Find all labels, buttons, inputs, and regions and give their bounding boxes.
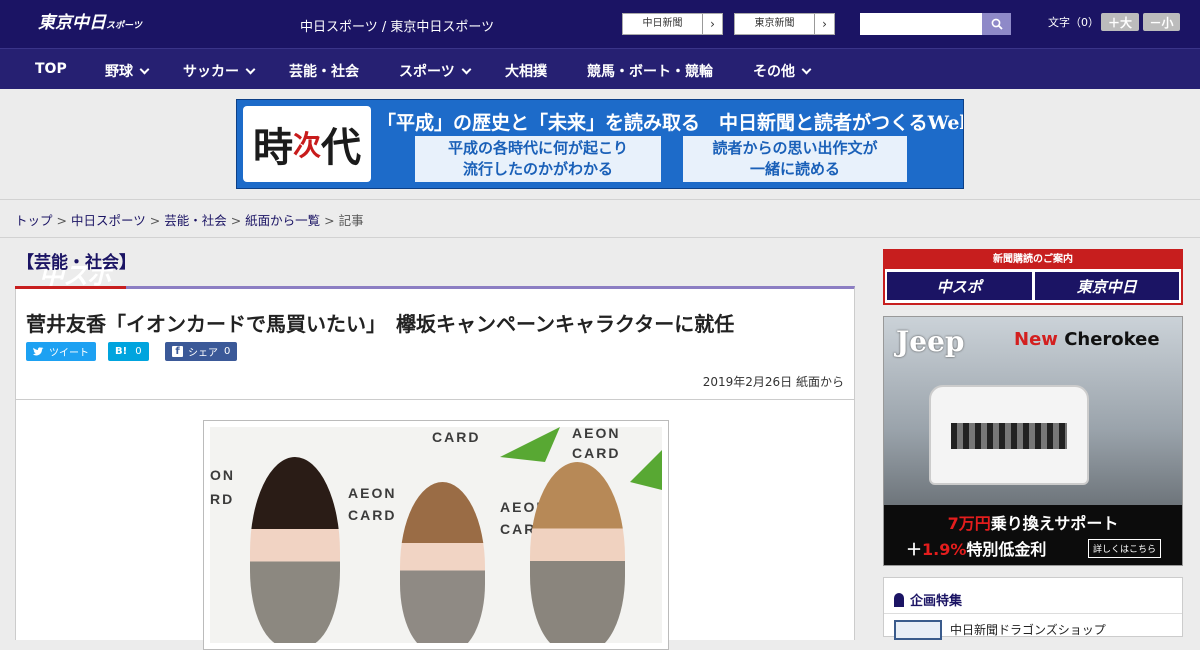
site-links[interactable]: 中日スポーツ / 東京中日スポーツ <box>300 16 494 35</box>
chunichi-shimbun-label: 中日新聞 <box>623 14 703 34</box>
subscription-logo-chuspo[interactable]: 中スポ <box>887 272 1032 300</box>
keyaki-leaf-icon <box>630 450 662 490</box>
font-size-label: 文字（0） <box>1048 16 1099 29</box>
photo-backdrop-text: AEON <box>572 427 621 441</box>
tweet-button[interactable]: ツイート <box>26 342 96 361</box>
article-photo-panel: CARD AEON CARD AEON CARD AEON CARD ON RD <box>15 400 855 650</box>
chevron-down-icon <box>245 64 256 75</box>
hatena-count: 0 <box>135 346 142 357</box>
sidebar: 新聞購読のご案内 中スポ 東京中日 Jeep New Cherokee 7万円乗… <box>883 249 1183 640</box>
breadcrumb-current: 記事 <box>338 213 364 228</box>
top-header: 中スポ 東京中日スポーツ 中日スポーツ / 東京中日スポーツ 中日新聞 › 東京… <box>0 0 1200 290</box>
breadcrumb-chunichi-sports[interactable]: 中日スポーツ <box>71 213 146 228</box>
photo-backdrop-text: AEON <box>348 485 397 501</box>
site-logo[interactable]: 中スポ 東京中日スポーツ <box>24 8 142 290</box>
chevron-down-icon <box>139 64 150 75</box>
feature-thumbnail[interactable] <box>894 620 942 640</box>
nav-soccer[interactable]: サッカー <box>183 61 256 81</box>
search-input[interactable] <box>860 13 982 35</box>
photo-backdrop-text: CARD <box>348 507 397 523</box>
section-title: 【芸能・社会】 <box>17 253 136 273</box>
breadcrumb-top[interactable]: トップ <box>15 213 53 228</box>
nav-racing[interactable]: 競馬・ボート・競輪 <box>587 61 713 81</box>
breadcrumb: トップ > 中日スポーツ > 芸能・社会 > 紙面から一覧 > 記事 <box>0 200 1200 238</box>
article-date: 2019年2月26日 紙面から <box>702 375 844 389</box>
jidai-banner-ad[interactable]: 時次代 「平成」の歴史と「未来」を読み取る 中日新聞と読者がつくるWebサイト … <box>236 99 964 189</box>
divider <box>884 613 1182 614</box>
facebook-icon: f <box>172 346 183 357</box>
banner-area: 時次代 「平成」の歴史と「未来」を読み取る 中日新聞と読者がつくるWebサイト … <box>0 89 1200 200</box>
chevron-down-icon <box>461 64 472 75</box>
article-header: 菅井友香「イオンカードで馬買いたい」 欅坂キャンペーンキャラクターに就任 ツイー… <box>15 286 855 400</box>
nav-sumo[interactable]: 大相撲 <box>505 61 547 81</box>
keyaki-leaf-icon <box>500 427 560 462</box>
banner-box-left: 平成の各時代に何が起こり 流行したのかがわかる <box>415 136 661 182</box>
article-column: 【芸能・社会】 菅井友香「イオンカードで馬買いたい」 欅坂キャンペーンキャラクタ… <box>15 248 855 650</box>
banner-kanji-logo: 時次代 <box>243 106 371 182</box>
photo-person-right <box>530 462 625 643</box>
breadcrumb-separator: > <box>324 213 335 228</box>
subscription-logo-tokyo-chunichi[interactable]: 東京中日 <box>1034 272 1179 300</box>
breadcrumb-separator: > <box>149 213 161 228</box>
tokyo-shimbun-label: 東京新聞 <box>735 14 815 34</box>
subscription-banner[interactable]: 新聞購読のご案内 中スポ 東京中日 <box>883 249 1183 305</box>
tokyo-shimbun-button[interactable]: 東京新聞 › <box>734 13 835 35</box>
search-icon <box>991 18 1003 30</box>
car-grille <box>951 423 1067 449</box>
photo-backdrop-text: CARD <box>432 429 481 445</box>
feature-section: 企画特集 中日新聞ドラゴンズショップ <box>883 577 1183 640</box>
breadcrumb-separator: > <box>230 213 242 228</box>
ad-line-1: 7万円乗り換えサポート <box>947 514 1119 533</box>
breadcrumb-print-list[interactable]: 紙面から一覧 <box>245 213 320 228</box>
photo-image: CARD AEON CARD AEON CARD AEON CARD ON RD <box>210 427 662 643</box>
breadcrumb-entertainment[interactable]: 芸能・社会 <box>164 213 227 228</box>
chevron-right-icon: › <box>822 17 827 31</box>
nav-top[interactable]: TOP <box>35 61 67 77</box>
twitter-icon <box>33 347 44 356</box>
main-nav: TOP 野球 サッカー 芸能・社会 スポーツ 大相撲 競馬・ボート・競輪 その他 <box>0 48 1200 89</box>
ribbon-icon <box>894 593 904 607</box>
nav-other[interactable]: その他 <box>753 61 812 81</box>
breadcrumb-separator: > <box>56 213 67 228</box>
subscription-logos: 中スポ 東京中日 <box>885 269 1181 303</box>
nav-baseball[interactable]: 野球 <box>105 61 150 81</box>
section-accent-bar <box>15 286 126 289</box>
ad-car-image <box>929 385 1089 485</box>
chunichi-shimbun-button[interactable]: 中日新聞 › <box>622 13 723 35</box>
photo-backdrop-text: RD <box>210 491 235 507</box>
subscription-header: 新聞購読のご案内 <box>885 251 1181 269</box>
ad-line-2: ＋1.9%特別低金利 <box>906 540 1047 559</box>
nav-entertainment[interactable]: 芸能・社会 <box>289 61 359 81</box>
photo-person-center <box>400 482 485 643</box>
logo-tokyo-chunichi: 東京中日スポーツ <box>38 13 142 33</box>
ad-model-name: New Cherokee <box>1014 329 1160 350</box>
search-button[interactable] <box>982 13 1011 35</box>
facebook-count: 0 <box>224 346 231 357</box>
facebook-share-button[interactable]: f シェア 0 <box>165 342 238 361</box>
hatena-bookmark-button[interactable]: B! 0 <box>108 342 149 361</box>
banner-box-right: 読者からの思い出作文が 一緒に読める <box>683 136 907 182</box>
hatena-icon: B! <box>115 346 128 357</box>
banner-headline: 「平成」の歴史と「未来」を読み取る 中日新聞と読者がつくるWebサイト <box>377 112 963 134</box>
article-photo[interactable]: CARD AEON CARD AEON CARD AEON CARD ON RD <box>203 420 669 650</box>
jeep-cherokee-ad[interactable]: Jeep New Cherokee 7万円乗り換えサポート ＋1.9%特別低金利… <box>883 316 1183 566</box>
search-box <box>860 13 1011 35</box>
feature-title: 企画特集 <box>894 590 962 609</box>
jeep-logo: Jeep <box>896 325 965 358</box>
chevron-right-icon: › <box>710 17 715 31</box>
article-title: 菅井友香「イオンカードで馬買いたい」 欅坂キャンペーンキャラクターに就任 <box>26 312 735 336</box>
chevron-down-icon <box>801 64 812 75</box>
ad-cta-button[interactable]: 詳しくはこちら <box>1088 539 1162 558</box>
photo-person-left <box>250 457 340 643</box>
font-smaller-button[interactable]: －小 <box>1143 13 1180 31</box>
nav-sports[interactable]: スポーツ <box>399 61 472 81</box>
photo-backdrop-text: CARD <box>572 445 621 461</box>
font-larger-button[interactable]: ＋大 <box>1101 13 1139 31</box>
photo-backdrop-text: ON <box>210 467 235 483</box>
